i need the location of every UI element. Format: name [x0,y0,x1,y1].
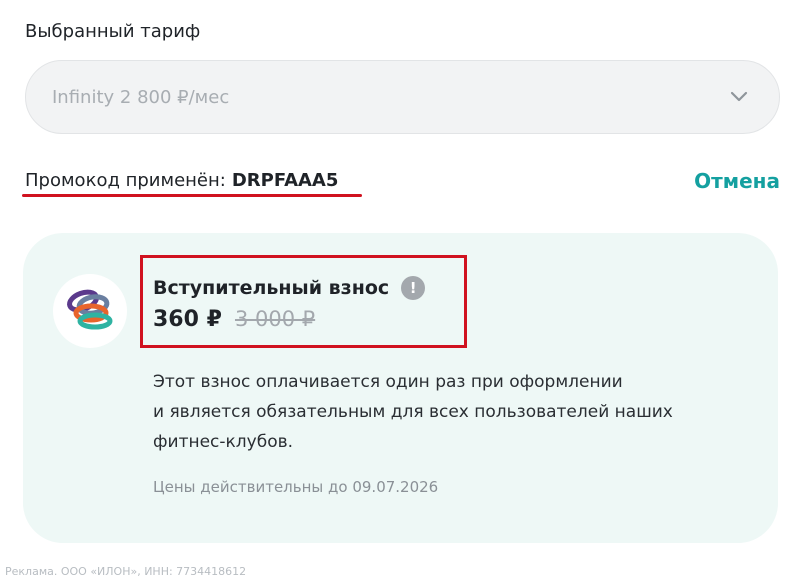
tariff-select-value: Infinity 2 800 ₽/мес [52,86,230,108]
price-validity: Цены действительны до 09.07.2026 [153,478,439,496]
promo-code: DRPFAAA5 [231,170,339,191]
cancel-promo-link[interactable]: Отмена [694,169,780,193]
promo-applied: Промокод применён: DRPFAAA5 [25,170,338,191]
chevron-down-icon[interactable] [729,87,749,107]
promo-underline-annotation [22,194,362,197]
ad-disclaimer: Реклама. ООО «ИЛОН», ИНН: 7734418612 [5,565,247,578]
price-highlight-box [140,255,467,348]
fee-description: Этот взнос оплачивается один раз при офо… [153,367,733,457]
fee-title: Вступительный взнос ! [153,276,426,300]
description-line: Этот взнос оплачивается один раз при офо… [153,372,623,392]
info-icon[interactable]: ! [401,276,426,300]
description-line: фитнес-клубов. [153,432,294,452]
description-line: и является обязательным для всех пользов… [153,402,673,422]
fee-price: 360 ₽ 3 000 ₽ [153,307,315,332]
price-discounted: 360 ₽ [153,307,222,332]
fitness-bracelets-icon [63,286,117,336]
fee-title-text: Вступительный взнос [153,277,390,299]
promo-label: Промокод применён: [25,170,226,191]
tariff-label: Выбранный тариф [25,21,201,42]
tariff-select[interactable]: Infinity 2 800 ₽/мес [25,60,780,134]
avatar [53,274,127,348]
price-original: 3 000 ₽ [234,307,316,331]
entrance-fee-card: Вступительный взнос ! 360 ₽ 3 000 ₽ Этот… [23,233,778,543]
